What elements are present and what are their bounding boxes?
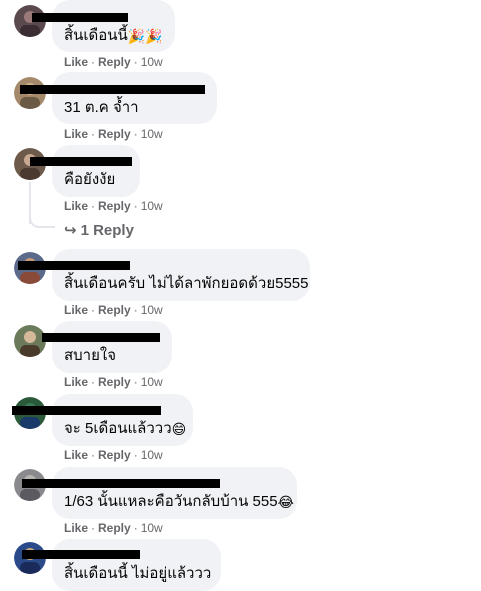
- reply-button[interactable]: Reply: [98, 55, 131, 69]
- comment-text: สิ้นเดือนนี้🎉🎉: [64, 27, 163, 45]
- reply-button[interactable]: Reply: [98, 375, 131, 389]
- redacted-author-name: [32, 13, 128, 22]
- comment-bubble: สิ้นเดือนครับ ไม่ได้ลาพักยอดด้วย5555: [18, 249, 310, 301]
- like-button[interactable]: Like: [64, 448, 88, 462]
- redacted-author-name: [20, 85, 205, 94]
- timestamp[interactable]: 10w: [141, 55, 163, 69]
- like-button[interactable]: Like: [64, 521, 88, 535]
- redacted-author-name: [22, 479, 220, 488]
- comment-actions: Like · Reply · 10w: [64, 303, 163, 317]
- grinning-face-emoji: 😄: [171, 421, 187, 438]
- comment-actions: Like · Reply · 10w: [64, 127, 163, 141]
- like-button[interactable]: Like: [64, 303, 88, 317]
- comment-actions: Like · Reply · 10w: [64, 199, 163, 213]
- tears-of-joy-emoji: 😂: [277, 494, 294, 511]
- timestamp[interactable]: 10w: [141, 303, 163, 317]
- redacted-author-name: [18, 261, 130, 270]
- comment-text: คือยังงัย: [64, 171, 116, 188]
- comment-bubble: สิ้นเดือนนี้ ไม่อยู่แล้ววว: [22, 539, 221, 591]
- comment-bubble: 1/63 นั้นแหละคือวันกลับบ้าน 555😂: [22, 467, 297, 519]
- reply-button[interactable]: Reply: [98, 448, 131, 462]
- comment-actions: Like · Reply · 10w: [64, 521, 163, 535]
- comment-text: สบายใจ: [64, 347, 117, 364]
- like-button[interactable]: Like: [64, 375, 88, 389]
- like-button[interactable]: Like: [64, 199, 88, 213]
- reply-button[interactable]: Reply: [98, 303, 131, 317]
- comment-actions: Like · Reply · 10w: [64, 375, 163, 389]
- redacted-author-name: [30, 157, 132, 166]
- thread-connector-curve: [29, 210, 55, 228]
- redacted-author-name: [22, 550, 140, 559]
- like-button[interactable]: Like: [64, 55, 88, 69]
- comment-bubble: สิ้นเดือนนี้🎉🎉: [32, 0, 175, 52]
- timestamp[interactable]: 10w: [141, 127, 163, 141]
- like-button[interactable]: Like: [64, 127, 88, 141]
- redacted-author-name: [12, 406, 161, 415]
- comment-text: สิ้นเดือนนี้ ไม่อยู่แล้ววว: [64, 565, 212, 582]
- party-popper-emoji: 🎉🎉: [127, 28, 163, 45]
- comment-bubble: จะ 5เดือนแล้ววว😄: [12, 394, 193, 446]
- comment-actions: Like · Reply · 10w: [64, 55, 163, 69]
- timestamp[interactable]: 10w: [141, 448, 163, 462]
- comment-text: 31 ต.ค จ้ำา: [64, 99, 139, 116]
- view-replies-link[interactable]: ↪ 1 Reply: [64, 221, 134, 239]
- comment-bubble: คือยังงัย: [30, 145, 140, 197]
- comment-text: 1/63 นั้นแหละคือวันกลับบ้าน 555😂: [64, 493, 294, 511]
- timestamp[interactable]: 10w: [141, 375, 163, 389]
- comment-bubble: 31 ต.ค จ้ำา: [20, 72, 217, 124]
- comment-bubble: สบายใจ: [42, 321, 172, 373]
- redacted-author-name: [42, 333, 160, 342]
- comment-text: สิ้นเดือนครับ ไม่ได้ลาพักยอดด้วย5555: [64, 275, 309, 292]
- timestamp[interactable]: 10w: [141, 199, 163, 213]
- reply-button[interactable]: Reply: [98, 199, 131, 213]
- comment-actions: Like · Reply · 10w: [64, 448, 163, 462]
- comment-text: จะ 5เดือนแล้ววว😄: [64, 420, 187, 438]
- reply-arrow-icon: ↪: [64, 222, 77, 239]
- reply-button[interactable]: Reply: [98, 521, 131, 535]
- timestamp[interactable]: 10w: [141, 521, 163, 535]
- reply-button[interactable]: Reply: [98, 127, 131, 141]
